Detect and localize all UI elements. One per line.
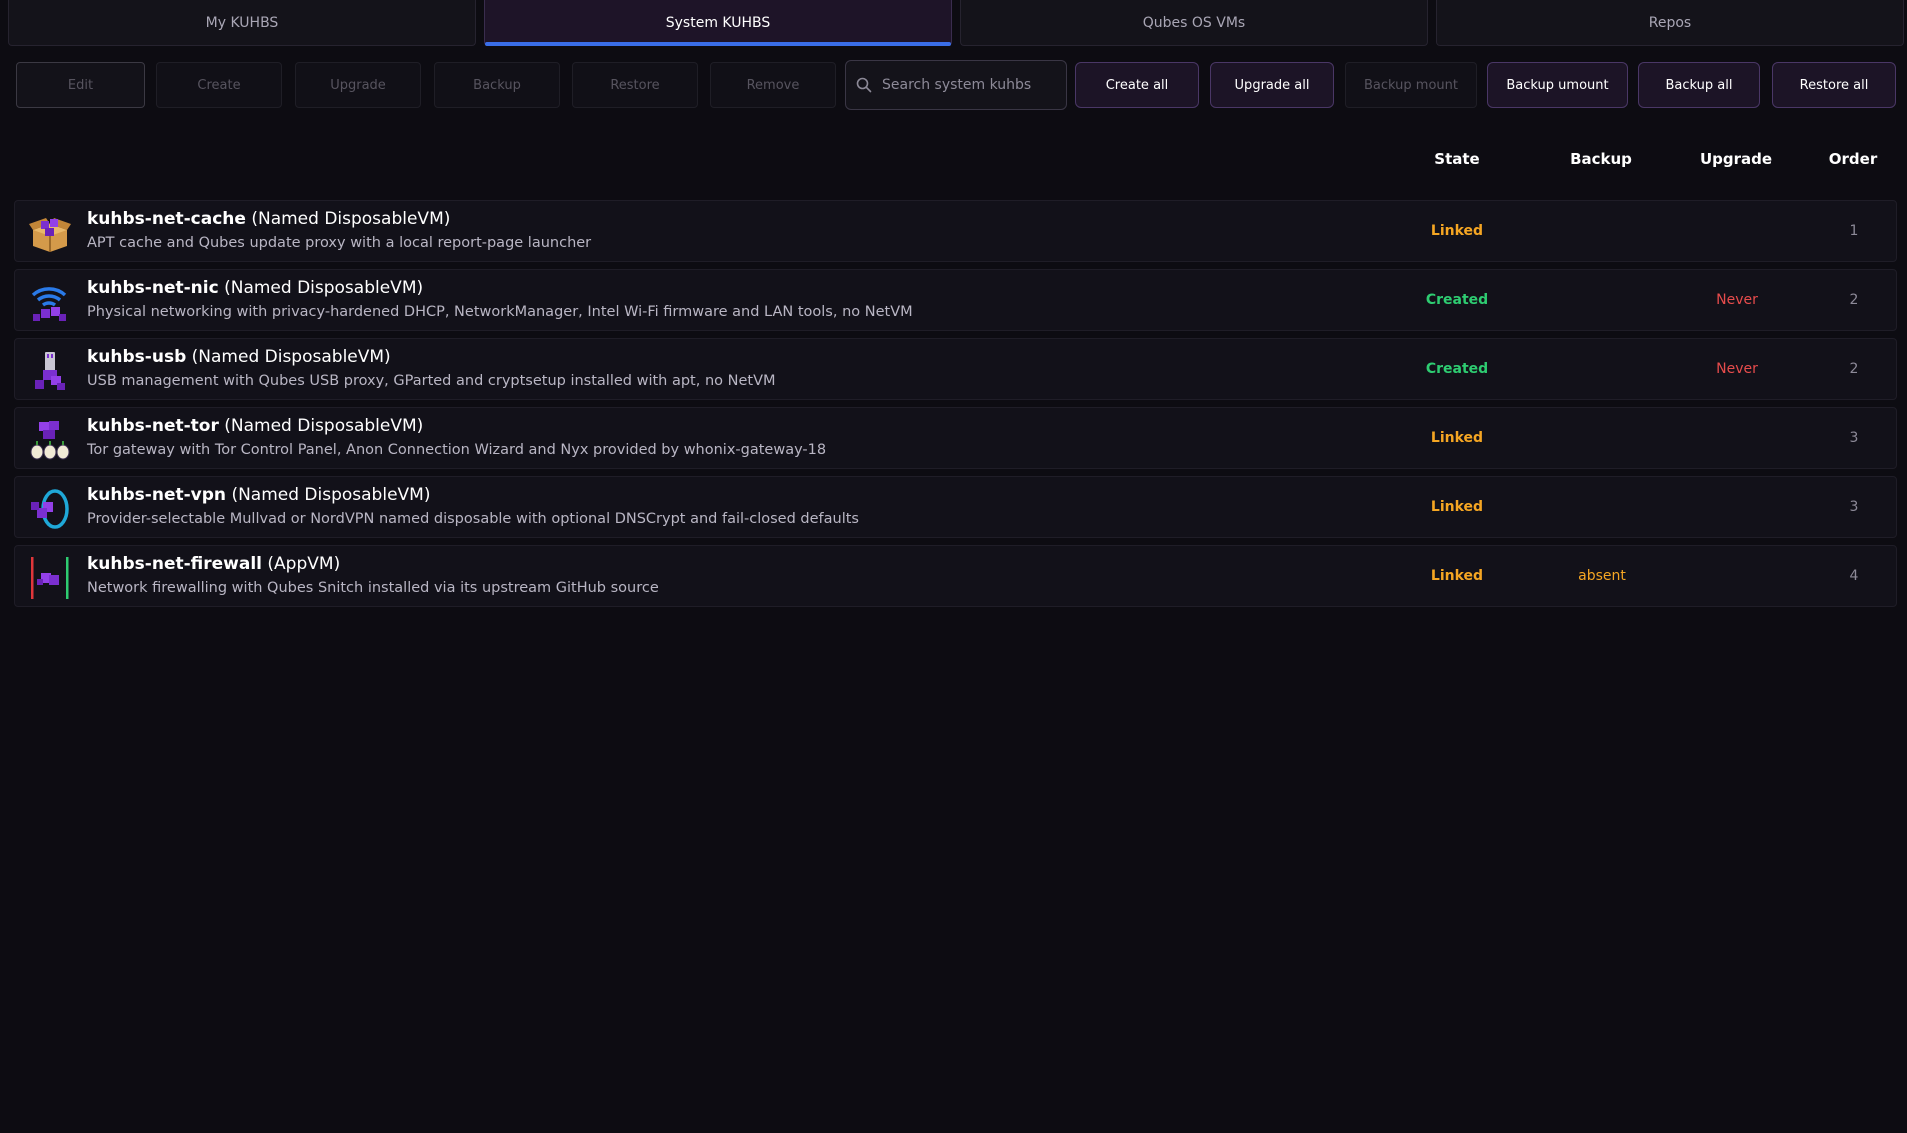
row-description: Network firewalling with Qubes Snitch in… [87, 580, 659, 596]
row-type: (Named DisposableVM) [231, 485, 431, 505]
row-description: Provider-selectable Mullvad or NordVPN n… [87, 511, 859, 527]
row-name: kuhbs-net-firewall [87, 554, 263, 574]
table-row[interactable]: kuhbs-net-cache (Named DisposableVM) APT… [14, 200, 1897, 262]
toolbar: Edit Create Upgrade Backup Restore Remov… [16, 60, 1896, 110]
row-title: kuhbs-net-cache (Named DisposableVM) [87, 209, 450, 229]
row-name: kuhbs-usb [87, 347, 187, 367]
create-all-button[interactable]: Create all [1075, 62, 1199, 108]
backup-button[interactable]: Backup [434, 62, 560, 108]
row-description: USB management with Qubes USB proxy, GPa… [87, 373, 776, 389]
row-title: kuhbs-net-tor (Named DisposableVM) [87, 416, 423, 436]
state-value: Linked [1430, 430, 1484, 446]
firewall-cubes-icon [31, 557, 69, 599]
row-type: (Named DisposableVM) [224, 416, 424, 436]
row-description: Physical networking with privacy-hardene… [87, 304, 913, 320]
row-title: kuhbs-net-vpn (Named DisposableVM) [87, 485, 430, 505]
state-value: Created [1425, 361, 1489, 377]
search-input[interactable] [880, 76, 1064, 94]
order-value: 2 [1849, 361, 1859, 377]
search-icon [856, 77, 872, 93]
order-value: 2 [1849, 292, 1859, 308]
row-title: kuhbs-net-firewall (AppVM) [87, 554, 340, 574]
row-description: Tor gateway with Tor Control Panel, Anon… [87, 442, 827, 458]
create-button[interactable]: Create [156, 62, 282, 108]
remove-button[interactable]: Remove [710, 62, 836, 108]
row-name: kuhbs-net-vpn [87, 485, 227, 505]
tab-system-kuhbs[interactable]: System KUHBS [484, 0, 952, 46]
backup-value: absent [1578, 568, 1626, 584]
table-row[interactable]: kuhbs-usb (Named DisposableVM) USB manag… [14, 338, 1897, 400]
row-title: kuhbs-usb (Named DisposableVM) [87, 347, 391, 367]
order-value: 3 [1849, 499, 1859, 515]
row-name: kuhbs-net-tor [87, 416, 219, 436]
backup-all-button[interactable]: Backup all [1638, 62, 1760, 108]
column-header-order[interactable]: Order [1829, 150, 1877, 168]
state-value: Linked [1430, 223, 1484, 239]
search-box [845, 60, 1067, 110]
upgrade-button[interactable]: Upgrade [295, 62, 421, 108]
row-title: kuhbs-net-nic (Named DisposableVM) [87, 278, 423, 298]
table-header: State Backup Upgrade Order [0, 150, 1907, 174]
tab-repos[interactable]: Repos [1436, 0, 1904, 46]
row-type: (Named DisposableVM) [224, 278, 424, 298]
table-row[interactable]: kuhbs-net-nic (Named DisposableVM) Physi… [14, 269, 1897, 331]
restore-all-button[interactable]: Restore all [1772, 62, 1896, 108]
row-name: kuhbs-net-cache [87, 209, 246, 229]
tab-qubes-os-vms[interactable]: Qubes OS VMs [960, 0, 1428, 46]
wifi-cubes-icon [31, 287, 67, 321]
order-value: 4 [1849, 568, 1859, 584]
table-row[interactable]: kuhbs-net-firewall (AppVM) Network firew… [14, 545, 1897, 607]
top-tab-bar: My KUHBS System KUHBS Qubes OS VMs Repos [8, 0, 1904, 47]
order-value: 1 [1849, 223, 1859, 239]
column-header-backup[interactable]: Backup [1570, 150, 1632, 168]
restore-button[interactable]: Restore [572, 62, 698, 108]
row-type: (Named DisposableVM) [191, 347, 391, 367]
usb-stick-cubes-icon [35, 352, 65, 390]
row-type: (AppVM) [267, 554, 341, 574]
tab-my-kuhbs[interactable]: My KUHBS [8, 0, 476, 46]
state-value: Created [1425, 292, 1489, 308]
column-header-upgrade[interactable]: Upgrade [1700, 150, 1772, 168]
row-name: kuhbs-net-nic [87, 278, 219, 298]
tor-onion-cubes-icon [30, 421, 70, 460]
table-row[interactable]: kuhbs-net-tor (Named DisposableVM) Tor g… [14, 407, 1897, 469]
package-box-icon [29, 218, 71, 252]
state-value: Linked [1430, 499, 1484, 515]
row-description: APT cache and Qubes update proxy with a … [87, 235, 592, 251]
upgrade-all-button[interactable]: Upgrade all [1210, 62, 1334, 108]
column-header-state[interactable]: State [1434, 150, 1479, 168]
row-type: (Named DisposableVM) [251, 209, 451, 229]
vpn-ring-cubes-icon [31, 489, 69, 529]
edit-button[interactable]: Edit [16, 62, 145, 108]
table-row[interactable]: kuhbs-net-vpn (Named DisposableVM) Provi… [14, 476, 1897, 538]
state-value: Linked [1430, 568, 1484, 584]
backup-mount-button[interactable]: Backup mount [1345, 62, 1477, 108]
order-value: 3 [1849, 430, 1859, 446]
upgrade-value: Never [1716, 361, 1758, 377]
upgrade-value: Never [1716, 292, 1758, 308]
backup-umount-button[interactable]: Backup umount [1487, 62, 1628, 108]
